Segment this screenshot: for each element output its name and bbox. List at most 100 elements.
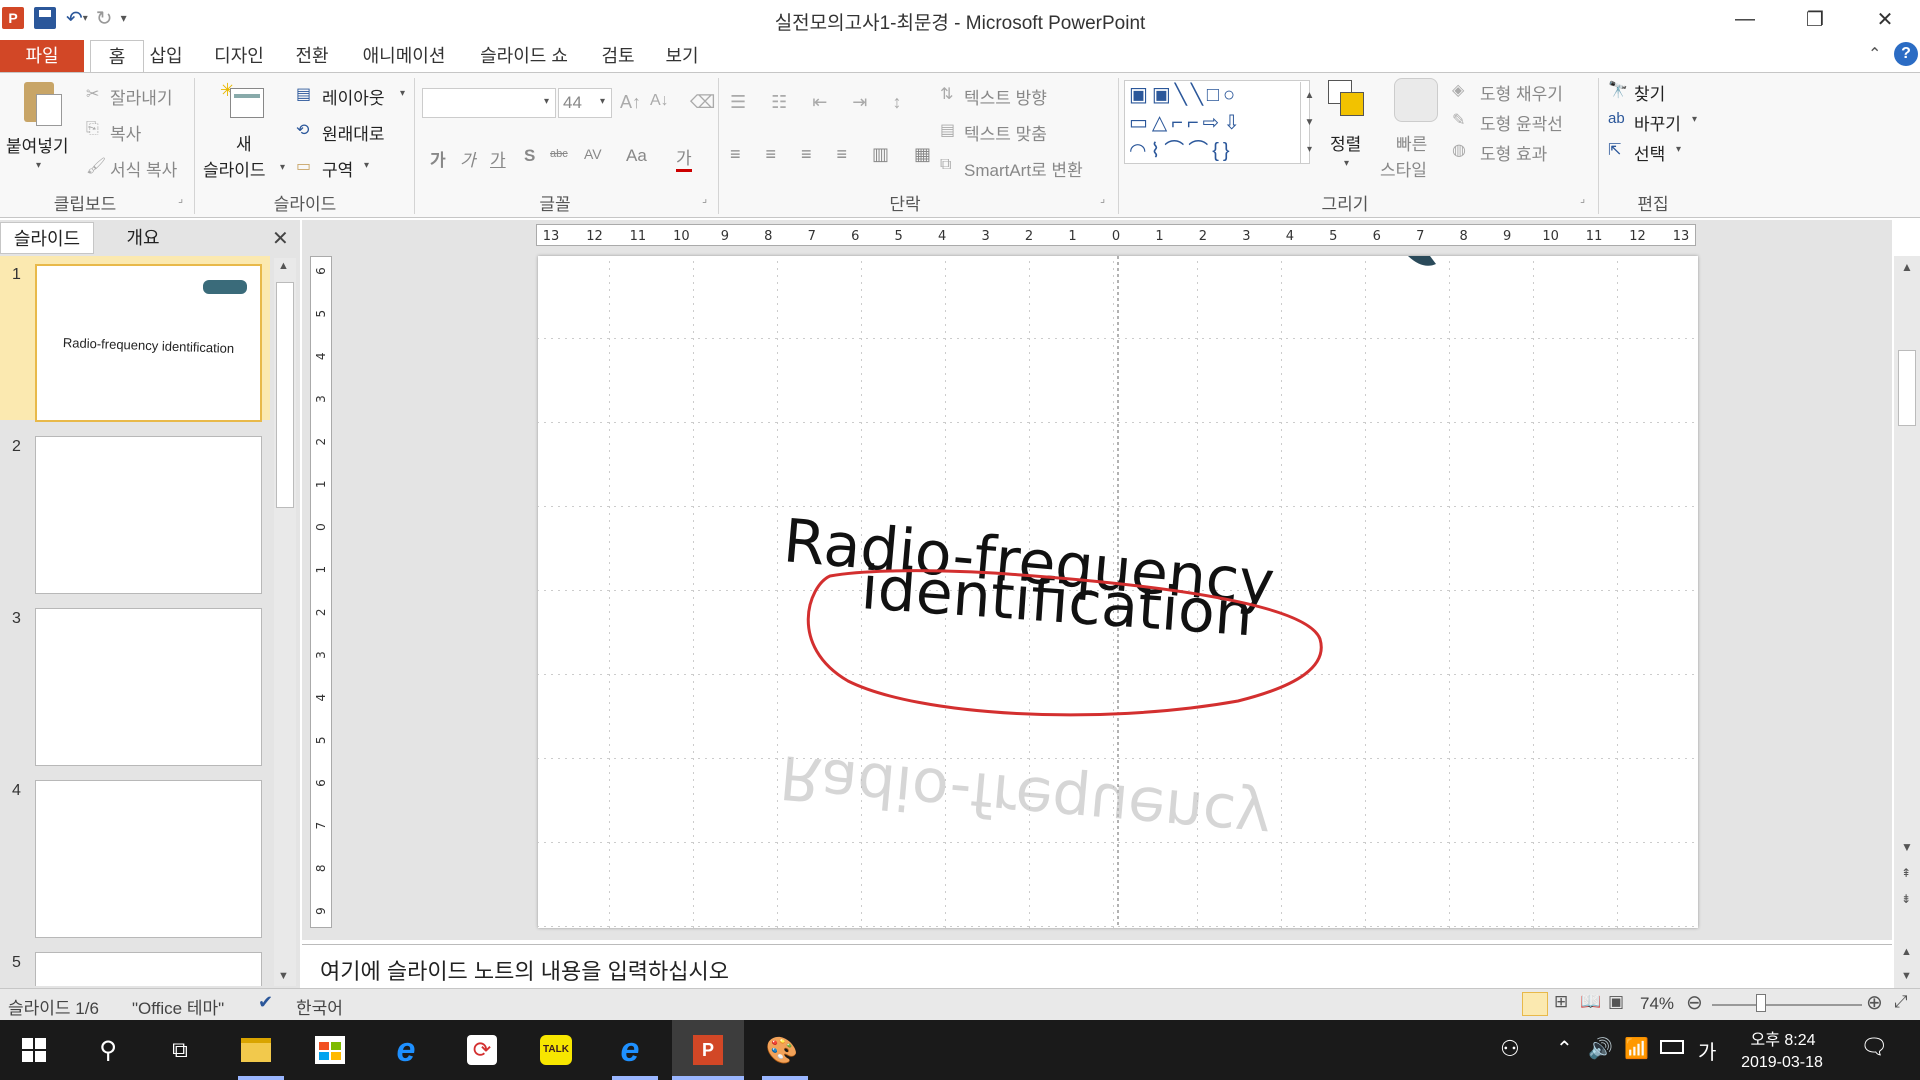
new-slide-dropdown-icon[interactable]: ▾ <box>280 162 285 173</box>
reset-icon[interactable]: ⟲ <box>296 120 309 140</box>
smartart-button[interactable]: SmartArt로 변환 <box>964 156 1083 181</box>
change-case-button[interactable]: Aa <box>626 146 647 166</box>
shape-outline-icon[interactable]: ✎ <box>1452 110 1465 130</box>
arrange-button[interactable]: 정렬 <box>1330 130 1361 155</box>
zoom-slider[interactable] <box>1712 1004 1862 1006</box>
copy-icon[interactable]: ⎘ <box>86 120 99 138</box>
restore-button[interactable]: ❐ <box>1780 0 1850 38</box>
slide-pane-scrollbar[interactable]: ▲ ▼ <box>274 258 296 986</box>
replace-button[interactable]: 바꾸기 <box>1634 110 1681 135</box>
clock-date[interactable]: 2019-03-18 <box>1732 1054 1832 1072</box>
tab-slideshow[interactable]: 슬라이드 쇼 <box>474 40 574 72</box>
section-button[interactable]: 구역 <box>322 156 353 181</box>
tab-animations[interactable]: 애니메이션 <box>356 40 452 72</box>
kakaotalk-icon[interactable]: TALK <box>526 1020 586 1080</box>
close-button[interactable]: ✕ <box>1850 0 1920 38</box>
font-name-dropdown-icon[interactable]: ▾ <box>544 96 549 107</box>
shape-fill-button[interactable]: 도형 채우기 <box>1480 80 1563 105</box>
slide-thumbnail-3[interactable] <box>35 608 262 766</box>
tab-slides-pane[interactable]: 슬라이드 <box>0 222 94 254</box>
clock-time[interactable]: 오후 8:24 <box>1740 1026 1826 1050</box>
reset-button[interactable]: 원래대로 <box>322 120 385 145</box>
shape-effects-icon[interactable]: ◍ <box>1452 140 1466 160</box>
arrange-icon[interactable] <box>1326 78 1370 122</box>
shrink-font-icon[interactable]: A↓ <box>650 92 669 110</box>
tab-insert[interactable]: 삽입 <box>146 40 186 72</box>
zoom-level[interactable]: 74% <box>1640 994 1674 1014</box>
layout-icon[interactable]: ▤ <box>296 84 311 104</box>
layout-dropdown-icon[interactable]: ▾ <box>400 88 405 99</box>
clipboard-launcher-icon[interactable]: ⌟ <box>178 192 183 205</box>
arrange-dropdown-icon[interactable]: ▾ <box>1344 158 1349 169</box>
select-button[interactable]: 선택 <box>1634 140 1665 165</box>
tab-view[interactable]: 보기 <box>662 40 702 72</box>
store-icon[interactable] <box>300 1020 360 1080</box>
previous-slide-icon[interactable]: ⇞ <box>1901 866 1911 880</box>
start-button[interactable] <box>4 1020 64 1080</box>
layout-button[interactable]: 레이아웃 <box>322 84 385 109</box>
shapes-gallery-scroll[interactable]: ▲ ▼ ▾ <box>1300 82 1318 164</box>
minimize-button[interactable]: — <box>1710 0 1780 38</box>
slide-scrollbar[interactable]: ▲ ▼ ⇞ ⇟ <box>1894 256 1920 944</box>
paste-dropdown-icon[interactable]: ▾ <box>36 160 41 171</box>
section-icon[interactable]: ▭ <box>296 156 311 176</box>
notes-scrollbar[interactable]: ▲ ▼ <box>1894 944 1920 988</box>
slide-thumbnail-1[interactable]: Radio-frequency identification <box>35 264 262 422</box>
tab-design[interactable]: 디자인 <box>210 40 268 72</box>
replace-dropdown-icon[interactable]: ▾ <box>1692 114 1697 125</box>
bold-button[interactable]: 가 <box>430 146 446 171</box>
drawing-launcher-icon[interactable]: ⌟ <box>1580 192 1585 205</box>
align-text-button[interactable]: 텍스트 맞춤 <box>964 120 1047 145</box>
people-icon[interactable]: ⚇ <box>1500 1036 1520 1062</box>
powerpoint-taskbar-icon[interactable]: P <box>672 1020 744 1080</box>
char-spacing-button[interactable]: AV <box>584 146 602 162</box>
ime-indicator[interactable]: 가 <box>1698 1036 1716 1065</box>
format-painter-button[interactable]: 서식 복사 <box>110 156 177 181</box>
find-icon[interactable]: 🔭 <box>1608 80 1628 100</box>
new-slide-label-2[interactable]: 슬라이드 <box>203 156 266 181</box>
copy-button[interactable]: 복사 <box>110 120 141 145</box>
font-name-combo[interactable] <box>422 88 556 118</box>
internet-explorer-icon[interactable]: e <box>376 1020 436 1080</box>
slide-thumbnail-4[interactable] <box>35 780 262 938</box>
shape-fill-icon[interactable]: ◈ <box>1452 80 1464 100</box>
paint-icon[interactable]: 🎨 <box>752 1020 812 1080</box>
slide-sorter-icon[interactable]: ⊞ <box>1554 992 1568 1012</box>
font-launcher-icon[interactable]: ⌟ <box>702 192 707 205</box>
text-direction-icon[interactable]: ⇅ <box>940 84 953 104</box>
cut-button[interactable]: 잘라내기 <box>110 84 173 109</box>
slide-thumbnail-2[interactable] <box>35 436 262 594</box>
battery-icon[interactable] <box>1660 1040 1684 1054</box>
fit-slide-icon[interactable]: ⤢ <box>1894 992 1908 1012</box>
paragraph-launcher-icon[interactable]: ⌟ <box>1100 192 1105 205</box>
grow-font-icon[interactable]: A↑ <box>620 92 641 113</box>
sync-app-icon[interactable]: ⟳ <box>452 1020 512 1080</box>
find-button[interactable]: 찾기 <box>1634 80 1665 105</box>
notes-placeholder[interactable]: 여기에 슬라이드 노트의 내용을 입력하십시오 <box>320 954 729 986</box>
reading-view-icon[interactable]: 📖 <box>1580 992 1601 1012</box>
next-slide-icon[interactable]: ⇟ <box>1901 892 1911 906</box>
action-center-icon[interactable]: 🗨 <box>1860 1034 1888 1060</box>
zoom-out-icon[interactable]: ⊖ <box>1686 990 1703 1015</box>
minimize-ribbon-icon[interactable]: ⌃ <box>1868 44 1881 64</box>
normal-view-icon[interactable] <box>1522 992 1548 1016</box>
slide-canvas[interactable]: Radio-frequency identification Radio-fre… <box>538 256 1698 928</box>
spellcheck-icon[interactable]: ✔ <box>258 992 273 1013</box>
underline-button[interactable]: 가 <box>490 146 506 171</box>
paste-icon[interactable] <box>20 80 64 128</box>
shape-effects-button[interactable]: 도형 효과 <box>1480 140 1547 165</box>
new-slide-icon[interactable]: ✳ <box>220 80 266 122</box>
edge-icon[interactable]: e <box>600 1020 660 1080</box>
replace-icon[interactable]: ab <box>1608 110 1625 127</box>
format-painter-icon[interactable]: 🖌 <box>86 156 106 176</box>
search-icon[interactable]: ⚲ <box>78 1020 138 1080</box>
tab-file[interactable]: 파일 <box>0 40 84 72</box>
help-icon[interactable]: ? <box>1894 42 1918 66</box>
shape-outline-button[interactable]: 도형 윤곽선 <box>1480 110 1563 135</box>
shapes-gallery[interactable]: ▣▣╲╲□○ ▭△⌐⌐⇨⇩ ◠⌇⌒⌒{} <box>1124 80 1310 164</box>
text-direction-button[interactable]: 텍스트 방향 <box>964 84 1047 109</box>
align-text-icon[interactable]: ▤ <box>940 120 955 140</box>
font-color-button[interactable]: 가 <box>676 144 692 172</box>
tray-overflow-icon[interactable]: ⌃ <box>1556 1036 1573 1061</box>
volume-icon[interactable]: 🔊 <box>1588 1036 1613 1061</box>
